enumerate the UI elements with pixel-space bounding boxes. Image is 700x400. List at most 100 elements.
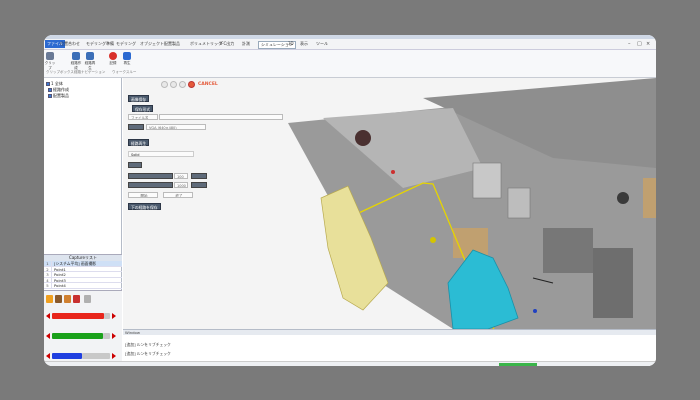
play-button[interactable]: 再生	[121, 52, 133, 66]
arrow-right-icon[interactable]	[112, 333, 116, 339]
brush-icon[interactable]	[55, 295, 62, 303]
save-path-button[interactable]: 下の経路を保存	[128, 203, 161, 210]
tree-item[interactable]: 配置製品	[48, 93, 69, 99]
maximize-icon[interactable]: □	[637, 41, 642, 47]
home-icon[interactable]	[179, 80, 186, 88]
tree-item-label: 経路作成	[53, 87, 69, 92]
option-checkbox[interactable]	[128, 162, 142, 168]
end-button[interactable]: 終了	[163, 192, 193, 198]
green-slider-fill	[52, 333, 104, 339]
capture-row-number: 1	[44, 261, 52, 266]
save-image-section-button[interactable]: 画像保存	[128, 95, 150, 102]
menu-3d[interactable]: 3D	[288, 41, 294, 46]
menu-object[interactable]: オブジェクト	[140, 41, 164, 47]
machine	[593, 248, 633, 318]
marker-point	[391, 170, 395, 174]
eraser-icon[interactable]	[73, 295, 80, 303]
param-value-a[interactable]: 100	[174, 173, 188, 179]
path-create-button[interactable]: 経路作成	[70, 52, 82, 71]
path-play-icon	[86, 52, 94, 60]
arrow-left-icon[interactable]	[46, 313, 50, 319]
tree-item-label: 配置製品	[53, 93, 69, 98]
ribbon: クリップ 経路作成 経路再生 記録 再生 クリップボックス 経路ナビゲーション …	[44, 50, 656, 78]
green-slider-track	[103, 333, 110, 339]
red-slider[interactable]	[46, 311, 116, 321]
arrow-left-icon[interactable]	[46, 353, 50, 359]
status-bar	[44, 361, 656, 366]
render-mode-select[interactable]: Solid	[128, 151, 194, 157]
app-window: ファイル 位置合わせ モデリング準備 モデリング オブジェクト 配置製品 ボリュ…	[44, 35, 656, 366]
blue-slider[interactable]	[46, 351, 116, 361]
capture-row-name: Point3	[54, 277, 66, 283]
path-play-section-button[interactable]: 経路再生	[128, 139, 150, 146]
file-name-input[interactable]	[159, 114, 283, 120]
capture-row-number: 5	[44, 283, 52, 288]
walkthrough-dialog: CANCEL 画像保存 保存形式 ファイル名 VGA (640×480) 経路再…	[123, 78, 299, 228]
left-panel: 1 全体 経路作成 配置製品 Captureリスト 1 [シスチム平均] 画面撮…	[44, 78, 122, 366]
menu-bar: ファイル 位置合わせ モデリング準備 モデリング オブジェクト 配置製品 ボリュ…	[44, 39, 656, 50]
close-icon[interactable]: ×	[646, 41, 650, 47]
menu-tools[interactable]: ツール	[316, 41, 328, 47]
param-field-2[interactable]	[128, 182, 173, 188]
arrow-left-icon[interactable]	[46, 333, 50, 339]
output-title: Window	[123, 330, 656, 335]
arrow-right-icon[interactable]	[112, 313, 116, 319]
play-label: 再生	[123, 61, 131, 65]
resolution-value[interactable]: VGA (640×480)	[146, 124, 206, 130]
param-field-1[interactable]	[128, 173, 173, 179]
progress-bar	[499, 363, 537, 366]
menu-volumetric[interactable]: ボリュメトリック	[190, 41, 222, 47]
machine	[543, 228, 593, 273]
capture-row-name: Point4	[54, 283, 66, 288]
menu-align[interactable]: 位置合わせ	[60, 41, 80, 47]
start-button[interactable]: 開始	[128, 192, 158, 198]
forward-icon[interactable]	[170, 80, 177, 88]
record-label: 記録	[109, 61, 117, 65]
color-panel	[44, 290, 122, 366]
paint-bucket-icon[interactable]	[46, 295, 53, 303]
checkbox-icon[interactable]	[48, 94, 52, 98]
capture-row-name: [シスチム平均] 画面撮影	[54, 261, 97, 266]
cancel-icon[interactable]	[188, 80, 195, 88]
menu-measure[interactable]: 計測	[242, 41, 250, 47]
group-label-clipbox: クリップボックス	[46, 70, 74, 74]
param-step-1[interactable]	[191, 173, 207, 179]
arrow-right-icon[interactable]	[112, 353, 116, 359]
menu-modeling-prep[interactable]: モデリング準備	[86, 41, 114, 47]
blue-slider-track	[82, 353, 110, 359]
record-button[interactable]: 記録	[107, 52, 119, 66]
resolution-select[interactable]	[128, 124, 144, 130]
checkbox-icon[interactable]	[48, 88, 52, 92]
pencil-icon[interactable]	[64, 295, 71, 303]
param-value-b[interactable]: 1000	[174, 182, 188, 188]
capture-row[interactable]: 5 Point4	[44, 283, 122, 289]
rack	[507, 187, 531, 219]
back-icon[interactable]	[161, 80, 168, 88]
marker-point	[533, 309, 537, 313]
clip-button[interactable]: クリップ	[44, 52, 56, 71]
capture-row-name: Point2	[54, 272, 66, 277]
path-point[interactable]	[430, 237, 436, 243]
save-format-button[interactable]: 保存形式	[132, 105, 154, 112]
minimize-icon[interactable]: –	[628, 41, 631, 47]
checkbox-icon[interactable]	[46, 82, 50, 86]
capture-list-panel: Captureリスト 1 [シスチム平均] 画面撮影 2 Point1 3 Po…	[44, 254, 122, 294]
cancel-button[interactable]: CANCEL	[198, 82, 218, 87]
menu-placed-product[interactable]: 配置製品	[164, 41, 180, 47]
green-slider[interactable]	[46, 331, 116, 341]
dialog-nav: CANCEL	[161, 80, 218, 88]
path-play-button[interactable]: 経路再生	[84, 52, 96, 71]
path-create-icon	[72, 52, 80, 60]
output-line: [追加] ルンをリブチェック	[125, 342, 171, 347]
picker-icon[interactable]	[84, 295, 91, 303]
menu-modeling[interactable]: モデリング	[116, 41, 136, 47]
menu-ifc-output[interactable]: IFC出力	[220, 41, 234, 47]
path-play-label: 経路再生	[84, 61, 96, 70]
scan-object	[617, 192, 629, 204]
capture-row-number: 2	[44, 266, 52, 271]
menu-view[interactable]: 表示	[300, 41, 308, 47]
param-step-2[interactable]	[191, 182, 207, 188]
clip-icon	[46, 52, 54, 60]
rack	[472, 162, 502, 199]
clip-label: クリップ	[44, 61, 56, 70]
